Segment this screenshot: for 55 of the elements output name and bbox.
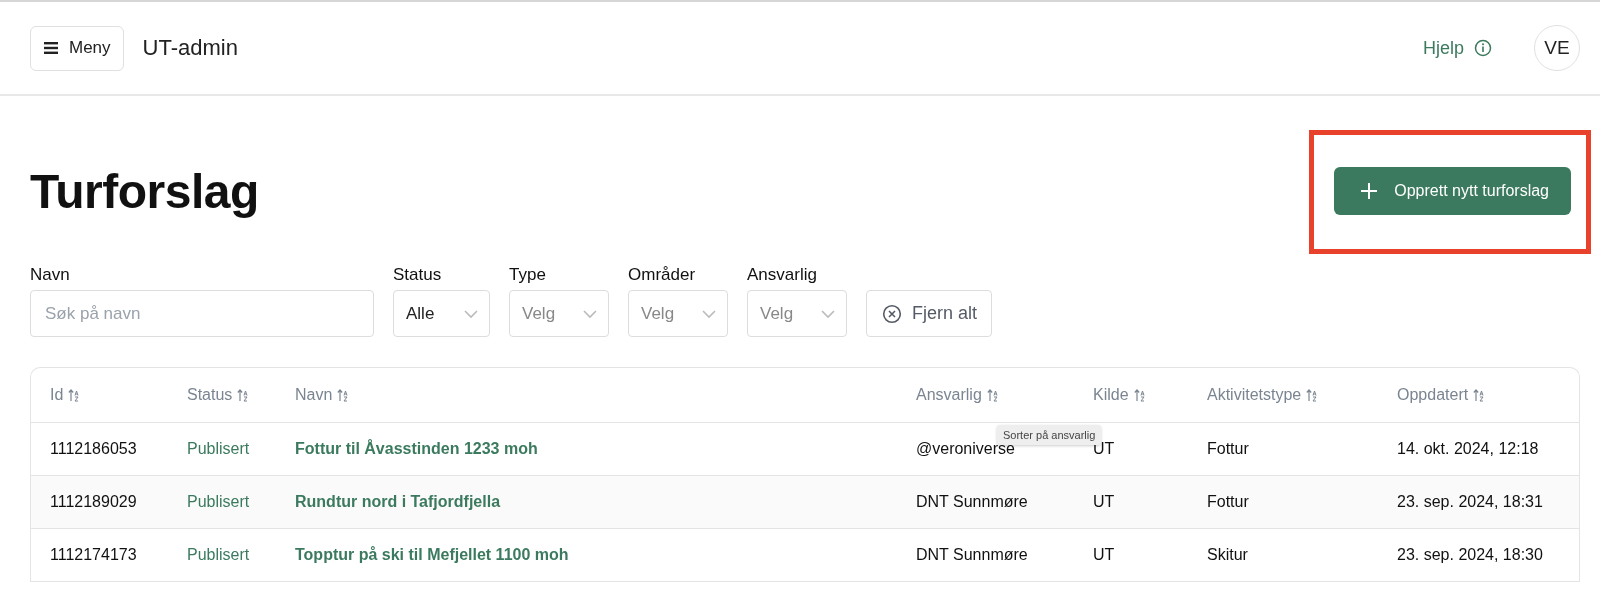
status-text: Publisert <box>187 439 250 457</box>
sort-icon <box>1133 387 1145 402</box>
dropdown[interactable]: Velg <box>509 290 609 337</box>
sort-icon <box>68 387 80 402</box>
field-label: Ansvarlig <box>747 265 818 285</box>
status-text: Publisert <box>187 545 250 563</box>
user-avatar[interactable]: VE <box>1534 25 1580 71</box>
table-cell: 1112189029 <box>50 492 137 510</box>
name-link[interactable]: Fottur til Åvasstinden 1233 moh <box>295 439 538 457</box>
table-cell: 1112174173 <box>50 545 137 563</box>
field-label: Områder <box>628 265 697 285</box>
dropdown[interactable]: Alle <box>393 290 490 337</box>
sort-icon <box>237 387 249 402</box>
menu-icon <box>43 41 59 55</box>
field-label: Status <box>393 265 443 285</box>
app-title: UT-admin <box>142 35 238 61</box>
search-field[interactable]: Søk på navn <box>30 290 374 337</box>
name-link[interactable]: Rundtur nord i Tafjordfjella <box>295 492 501 510</box>
field-label: Navn <box>30 265 71 285</box>
table-cell: DNT Sunnmøre <box>916 492 1028 510</box>
field-label: Type <box>509 265 547 285</box>
column-header[interactable]: Id <box>50 385 80 404</box>
column-header[interactable]: Kilde <box>1093 385 1145 404</box>
column-header[interactable]: Oppdatert <box>1397 385 1485 404</box>
name-link[interactable]: Topptur på ski til Mefjellet 1100 moh <box>295 545 569 563</box>
table-cell: Skitur <box>1207 545 1248 563</box>
sort-icon <box>986 387 998 402</box>
table-cell: 23. sep. 2024, 18:31 <box>1397 492 1543 510</box>
table-cell: 1112186053 <box>50 439 137 457</box>
table-cell: DNT Sunnmøre <box>916 545 1028 563</box>
table-cell: 14. okt. 2024, 12:18 <box>1397 439 1539 457</box>
column-header[interactable]: Ansvarlig <box>916 385 998 404</box>
sort-icon <box>1306 387 1318 402</box>
plus-icon <box>1360 182 1379 200</box>
info-icon <box>1474 39 1492 57</box>
table-cell: Fottur <box>1207 439 1249 457</box>
clear-filters-button[interactable]: Fjern alt <box>866 290 993 337</box>
column-header[interactable]: Status <box>187 385 249 404</box>
menu-button[interactable]: Meny <box>30 25 124 71</box>
table-cell: UT <box>1093 545 1115 563</box>
sort-icon <box>337 387 349 402</box>
column-header[interactable]: Aktivitetstype <box>1207 385 1318 404</box>
dropdown[interactable]: Velg <box>628 290 728 337</box>
dropdown[interactable]: Velg <box>747 290 847 337</box>
tooltip: Sorter på ansvarlig <box>997 425 1102 445</box>
column-header[interactable]: Navn <box>295 385 349 404</box>
clear-icon <box>882 303 902 324</box>
status-text: Publisert <box>187 492 250 510</box>
table-cell: UT <box>1093 492 1115 510</box>
sort-icon <box>1473 387 1485 402</box>
table-cell: Fottur <box>1207 492 1249 510</box>
create-button[interactable]: Opprett nytt turforslag <box>1334 167 1571 215</box>
page-title: Turforslag <box>30 163 259 219</box>
help-link[interactable]: Hjelp <box>1422 37 1492 59</box>
table-cell: 23. sep. 2024, 18:30 <box>1397 545 1543 563</box>
